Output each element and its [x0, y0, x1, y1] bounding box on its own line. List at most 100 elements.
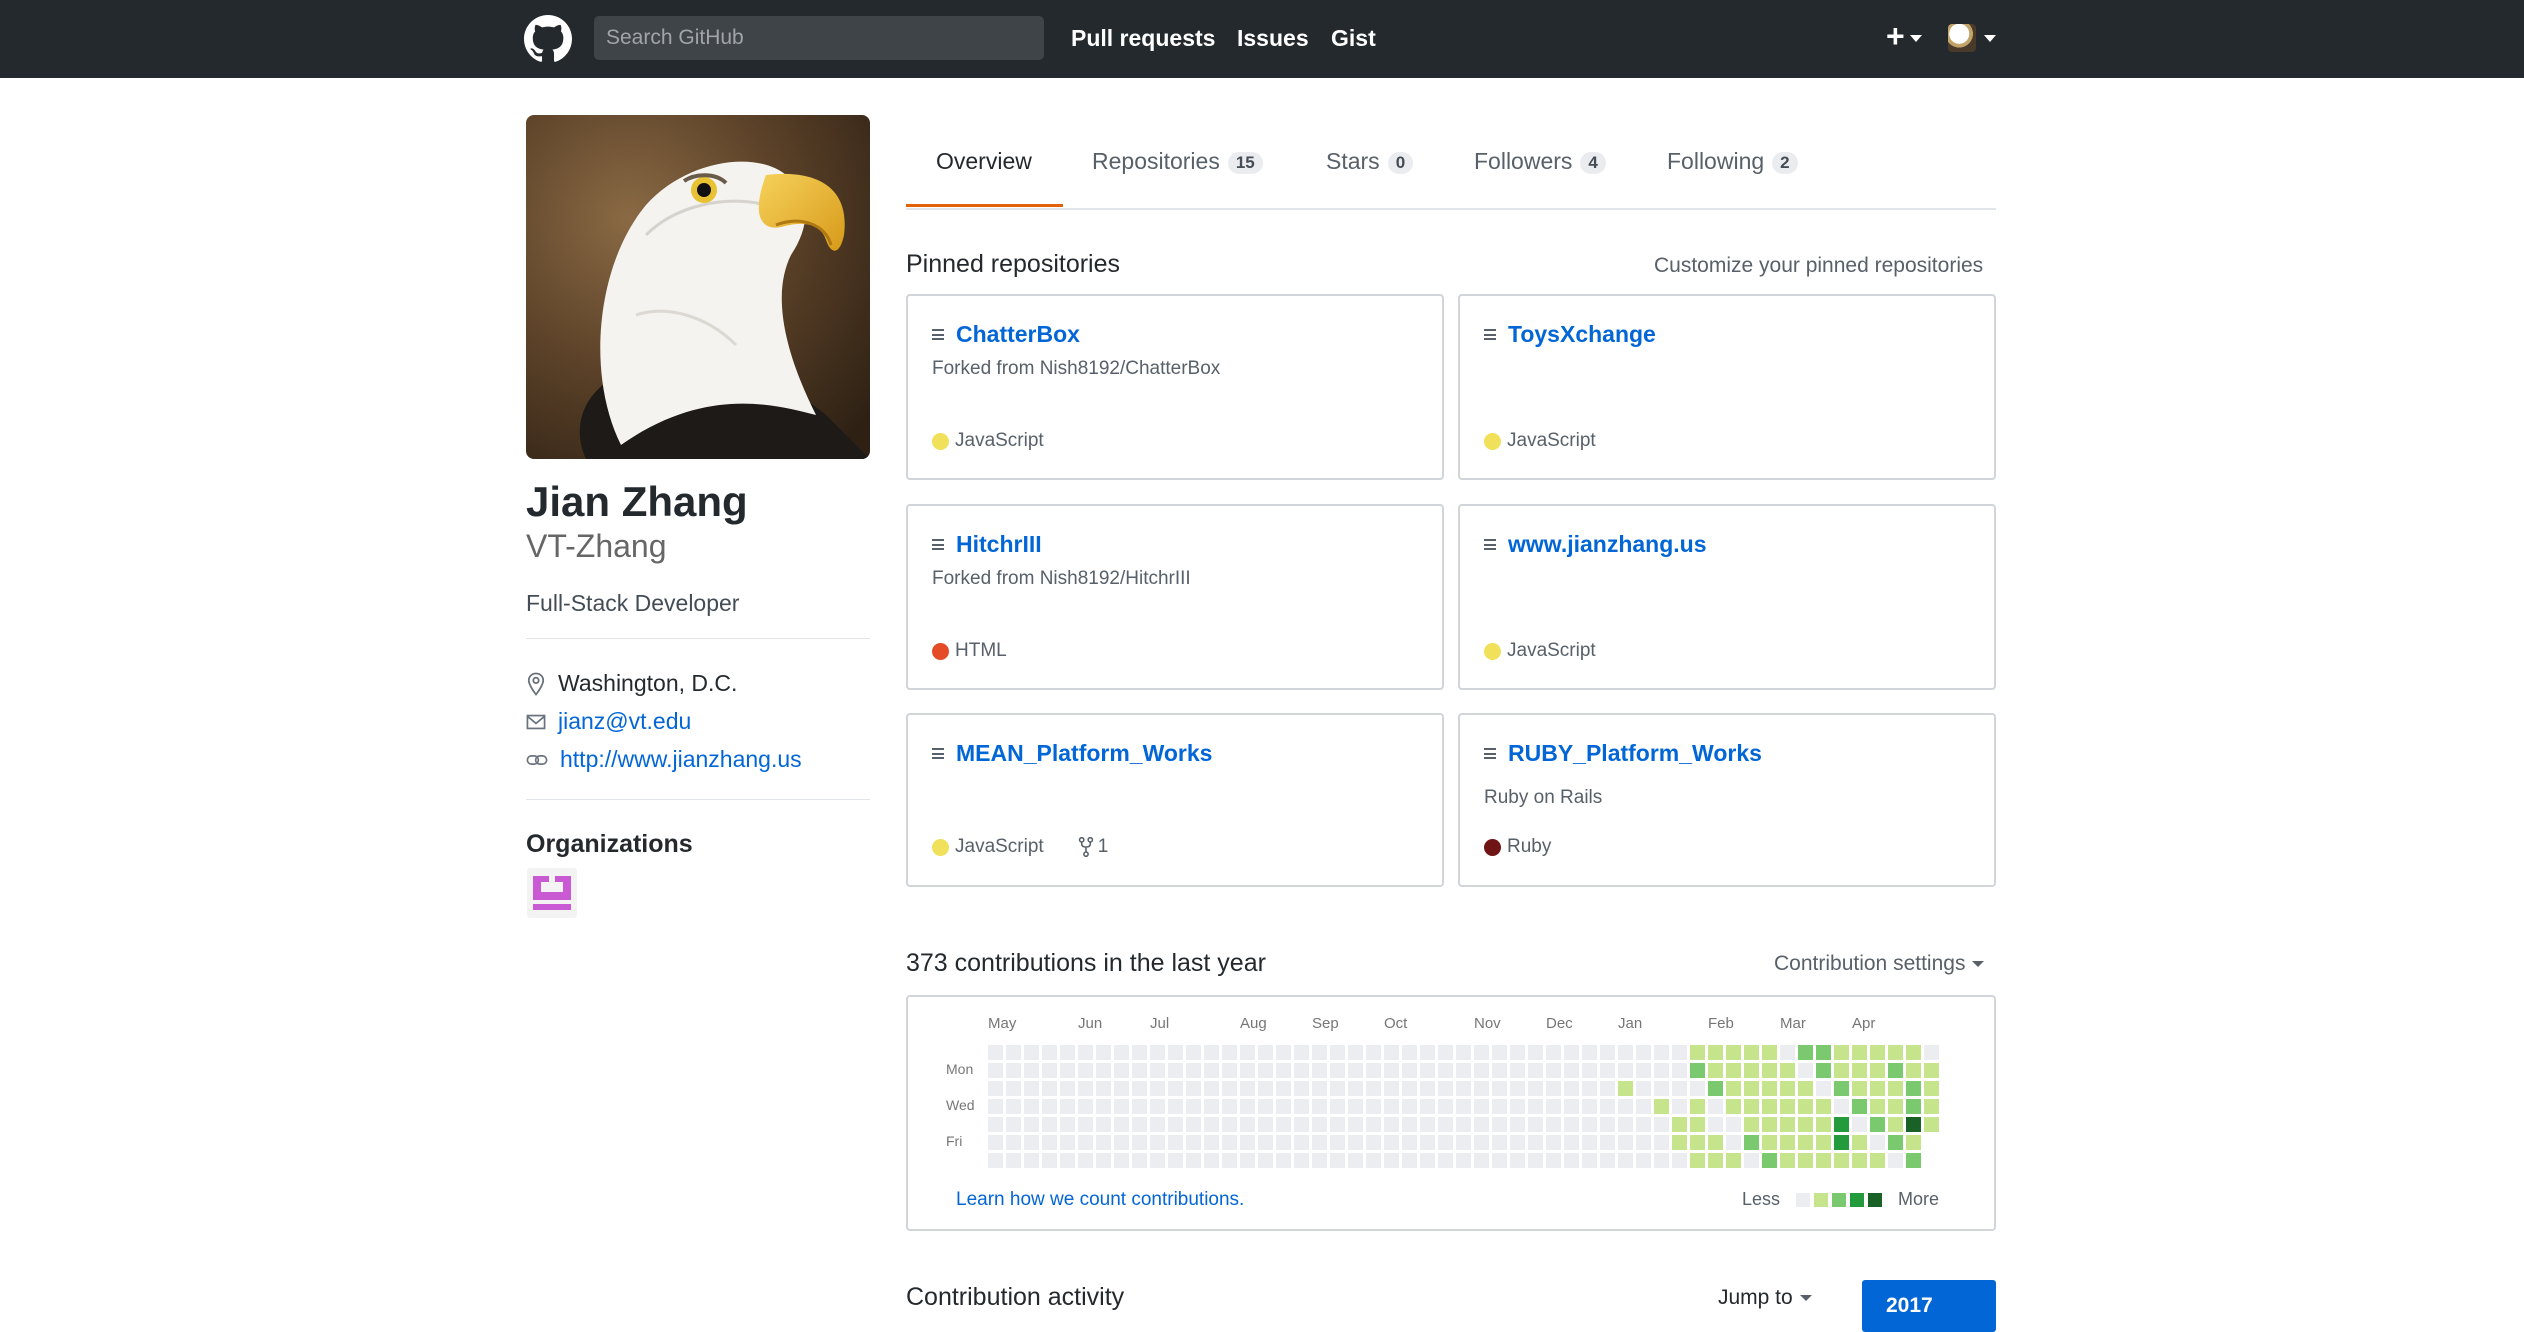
contribution-day[interactable]: [1348, 1153, 1363, 1168]
organization-avatar-icon[interactable]: [527, 868, 577, 918]
contribution-day[interactable]: [1474, 1117, 1489, 1132]
contribution-day[interactable]: [1204, 1135, 1219, 1150]
contribution-day[interactable]: [1780, 1063, 1795, 1078]
contribution-day[interactable]: [1060, 1063, 1075, 1078]
contribution-day[interactable]: [988, 1045, 1003, 1060]
contribution-day[interactable]: [1132, 1099, 1147, 1114]
contribution-day[interactable]: [1366, 1045, 1381, 1060]
contribution-day[interactable]: [1186, 1135, 1201, 1150]
contribution-day[interactable]: [1402, 1045, 1417, 1060]
contribution-day[interactable]: [1114, 1099, 1129, 1114]
contribution-day[interactable]: [1258, 1117, 1273, 1132]
contribution-day[interactable]: [1348, 1063, 1363, 1078]
contribution-day[interactable]: [1528, 1117, 1543, 1132]
contribution-day[interactable]: [1744, 1117, 1759, 1132]
contribution-day[interactable]: [1456, 1153, 1471, 1168]
contribution-day[interactable]: [1132, 1153, 1147, 1168]
contribution-day[interactable]: [1024, 1153, 1039, 1168]
contribution-day[interactable]: [1312, 1045, 1327, 1060]
contribution-day[interactable]: [1312, 1135, 1327, 1150]
contribution-day[interactable]: [1906, 1135, 1921, 1150]
contribution-day[interactable]: [1492, 1153, 1507, 1168]
contribution-day[interactable]: [1078, 1135, 1093, 1150]
contribution-day[interactable]: [1150, 1045, 1165, 1060]
contribution-day[interactable]: [1006, 1081, 1021, 1096]
contribution-day[interactable]: [1654, 1081, 1669, 1096]
contribution-day[interactable]: [1402, 1117, 1417, 1132]
tab-following[interactable]: Following 2: [1667, 148, 1798, 175]
repo-name-link[interactable]: ChatterBox: [956, 321, 1080, 348]
contribution-day[interactable]: [1420, 1099, 1435, 1114]
contribution-day[interactable]: [1186, 1099, 1201, 1114]
contribution-day[interactable]: [1618, 1081, 1633, 1096]
contribution-day[interactable]: [1312, 1081, 1327, 1096]
contribution-day[interactable]: [1906, 1081, 1921, 1096]
contribution-day[interactable]: [1276, 1045, 1291, 1060]
contribution-day[interactable]: [1510, 1153, 1525, 1168]
contribution-day[interactable]: [1402, 1153, 1417, 1168]
contribution-day[interactable]: [1600, 1117, 1615, 1132]
contribution-day[interactable]: [1042, 1081, 1057, 1096]
contribution-day[interactable]: [1348, 1045, 1363, 1060]
contribution-day[interactable]: [1528, 1045, 1543, 1060]
contribution-settings-dropdown[interactable]: Contribution settings: [1774, 952, 1985, 976]
contribution-day[interactable]: [1546, 1135, 1561, 1150]
contribution-day[interactable]: [1366, 1117, 1381, 1132]
contribution-day[interactable]: [1600, 1135, 1615, 1150]
pinned-repo-card[interactable]: www.jianzhang.us JavaScript: [1458, 504, 1996, 690]
contribution-day[interactable]: [1456, 1063, 1471, 1078]
contribution-day[interactable]: [1582, 1063, 1597, 1078]
contribution-day[interactable]: [1384, 1099, 1399, 1114]
repo-name-link[interactable]: HitchrIII: [956, 531, 1042, 558]
contribution-day[interactable]: [1402, 1063, 1417, 1078]
contribution-day[interactable]: [1690, 1153, 1705, 1168]
contribution-day[interactable]: [1006, 1117, 1021, 1132]
contribution-day[interactable]: [1168, 1099, 1183, 1114]
contribution-day[interactable]: [1312, 1099, 1327, 1114]
contribution-day[interactable]: [1276, 1099, 1291, 1114]
contribution-day[interactable]: [1114, 1063, 1129, 1078]
contribution-day[interactable]: [1204, 1099, 1219, 1114]
contribution-day[interactable]: [1744, 1153, 1759, 1168]
contribution-day[interactable]: [1690, 1063, 1705, 1078]
contribution-day[interactable]: [1402, 1099, 1417, 1114]
pinned-repo-card[interactable]: RUBY_Platform_Works Ruby on Rails Ruby: [1458, 713, 1996, 887]
contribution-day[interactable]: [1654, 1045, 1669, 1060]
contribution-day[interactable]: [1492, 1063, 1507, 1078]
repo-name-link[interactable]: www.jianzhang.us: [1508, 531, 1707, 558]
contribution-day[interactable]: [1078, 1099, 1093, 1114]
fork-count[interactable]: 1: [1078, 836, 1108, 858]
contribution-day[interactable]: [1294, 1081, 1309, 1096]
contribution-day[interactable]: [1816, 1045, 1831, 1060]
contribution-day[interactable]: [1582, 1099, 1597, 1114]
contribution-day[interactable]: [1546, 1117, 1561, 1132]
contribution-day[interactable]: [1330, 1045, 1345, 1060]
contribution-day[interactable]: [1474, 1153, 1489, 1168]
contribution-day[interactable]: [1672, 1135, 1687, 1150]
contribution-day[interactable]: [1168, 1117, 1183, 1132]
pinned-repo-card[interactable]: MEAN_Platform_Works JavaScript 1: [906, 713, 1444, 887]
contribution-day[interactable]: [1690, 1081, 1705, 1096]
contribution-day[interactable]: [1204, 1045, 1219, 1060]
contribution-day[interactable]: [1312, 1117, 1327, 1132]
contribution-day[interactable]: [988, 1063, 1003, 1078]
contribution-day[interactable]: [1186, 1063, 1201, 1078]
contribution-day[interactable]: [1168, 1135, 1183, 1150]
contribution-day[interactable]: [1384, 1153, 1399, 1168]
contribution-day[interactable]: [1744, 1099, 1759, 1114]
contribution-day[interactable]: [1420, 1081, 1435, 1096]
contribution-day[interactable]: [1708, 1099, 1723, 1114]
contribution-day[interactable]: [1168, 1045, 1183, 1060]
contribution-day[interactable]: [1258, 1099, 1273, 1114]
contribution-day[interactable]: [1294, 1135, 1309, 1150]
contribution-day[interactable]: [1888, 1099, 1903, 1114]
contribution-day[interactable]: [1618, 1045, 1633, 1060]
contribution-day[interactable]: [1654, 1153, 1669, 1168]
contribution-day[interactable]: [1816, 1135, 1831, 1150]
contribution-day[interactable]: [1150, 1153, 1165, 1168]
contribution-day[interactable]: [1870, 1081, 1885, 1096]
contribution-day[interactable]: [1780, 1135, 1795, 1150]
contribution-day[interactable]: [1690, 1135, 1705, 1150]
contribution-day[interactable]: [1042, 1045, 1057, 1060]
contribution-day[interactable]: [1798, 1099, 1813, 1114]
